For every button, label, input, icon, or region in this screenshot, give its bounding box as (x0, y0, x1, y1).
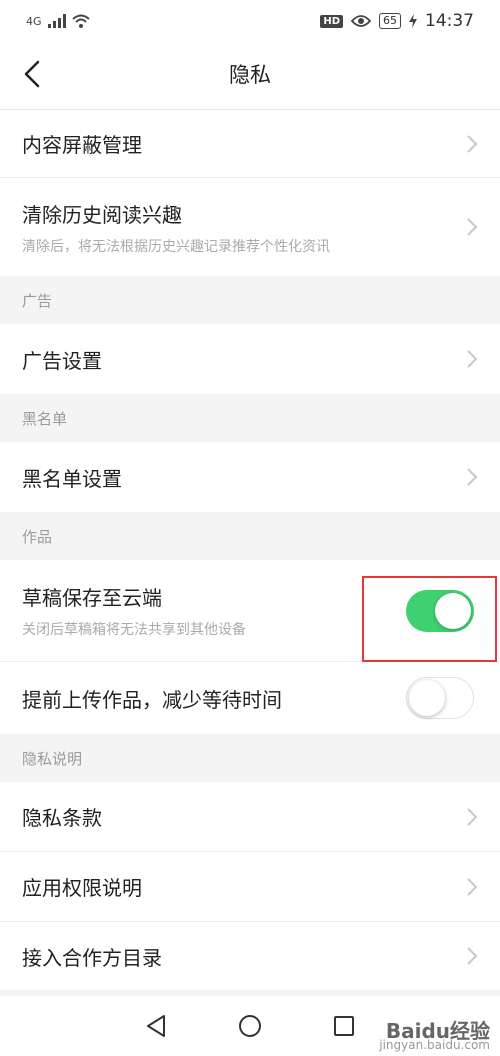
back-arrow-icon (24, 60, 40, 88)
row-title: 黑名单设置 (22, 466, 122, 491)
chevron-right-icon (467, 947, 478, 965)
watermark-url: jingyan.baidu.com (379, 1038, 490, 1052)
draft-cloud-save-row: 草稿保存至云端 关闭后草稿箱将无法共享到其他设备 (0, 560, 500, 662)
row-subtitle: 清除后，将无法根据历史兴趣记录推荐个性化资讯 (22, 238, 330, 255)
pre-upload-row: 提前上传作品，减少等待时间 (0, 662, 500, 734)
row-title: 清除历史阅读兴趣 (22, 202, 182, 227)
watermark-brand: Baidu经验 (385, 1019, 490, 1043)
row-subtitle: 关闭后草稿箱将无法共享到其他设备 (22, 622, 246, 638)
privacy-terms-row[interactable]: 隐私条款 (0, 782, 500, 852)
row-title: 内容屏蔽管理 (22, 133, 142, 157)
chevron-right-icon (467, 877, 478, 896)
status-bar: 4G HD 65 14:37 (0, 0, 500, 42)
ad-settings-row[interactable]: 广告设置 (0, 324, 500, 394)
clock: 14:37 (425, 11, 474, 31)
row-title: 提前上传作品，减少等待时间 (22, 687, 282, 712)
toggle-knob (435, 592, 471, 629)
section-header-works: 作品 (0, 512, 500, 560)
row-title: 草稿保存至云端 (22, 586, 162, 610)
chevron-right-icon (467, 807, 478, 826)
back-triangle-icon[interactable] (145, 1014, 167, 1038)
signal-icon (47, 14, 66, 28)
row-title: 接入合作方目录 (22, 945, 162, 970)
wifi-icon (71, 14, 90, 28)
partner-directory-row[interactable]: 接入合作方目录 (0, 922, 500, 990)
page-title: 隐私 (229, 63, 271, 87)
chevron-right-icon (467, 134, 478, 153)
status-right: HD 65 14:37 (320, 11, 474, 31)
pre-upload-toggle[interactable] (406, 677, 474, 719)
eye-icon (351, 15, 371, 27)
app-permissions-row[interactable]: 应用权限说明 (0, 852, 500, 922)
clear-reading-interest-row[interactable]: 清除历史阅读兴趣 清除后，将无法根据历史兴趣记录推荐个性化资讯 (0, 178, 500, 276)
draft-cloud-save-toggle[interactable] (406, 589, 474, 632)
chevron-right-icon (467, 350, 478, 368)
chevron-right-icon (467, 468, 478, 486)
charging-icon (409, 14, 417, 28)
system-nav-bar: Baidu经验 jingyan.baidu.com (0, 996, 500, 1056)
watermark: Baidu经验 jingyan.baidu.com (379, 1019, 490, 1052)
row-title: 隐私条款 (22, 806, 102, 830)
network-label: 4G (26, 14, 42, 28)
blacklist-settings-row[interactable]: 黑名单设置 (0, 442, 500, 512)
section-header-blacklist: 黑名单 (0, 394, 500, 442)
row-title: 应用权限说明 (22, 876, 142, 900)
chevron-right-icon (467, 218, 478, 236)
home-circle-icon[interactable] (238, 1014, 262, 1038)
content-block-management-row[interactable]: 内容屏蔽管理 (0, 110, 500, 178)
battery-indicator: 65 (379, 13, 401, 29)
nav-bar: 隐私 (0, 42, 500, 106)
row-title: 广告设置 (22, 348, 102, 373)
toggle-knob (409, 679, 445, 716)
section-header-ads: 广告 (0, 276, 500, 324)
recents-square-icon[interactable] (333, 1015, 355, 1037)
back-button[interactable] (14, 56, 50, 92)
section-header-privacy-info: 隐私说明 (0, 734, 500, 782)
settings-list[interactable]: 内容屏蔽管理 清除历史阅读兴趣 清除后，将无法根据历史兴趣记录推荐个性化资讯 广… (0, 106, 500, 996)
status-left: 4G (26, 14, 90, 28)
hd-badge: HD (320, 14, 343, 28)
